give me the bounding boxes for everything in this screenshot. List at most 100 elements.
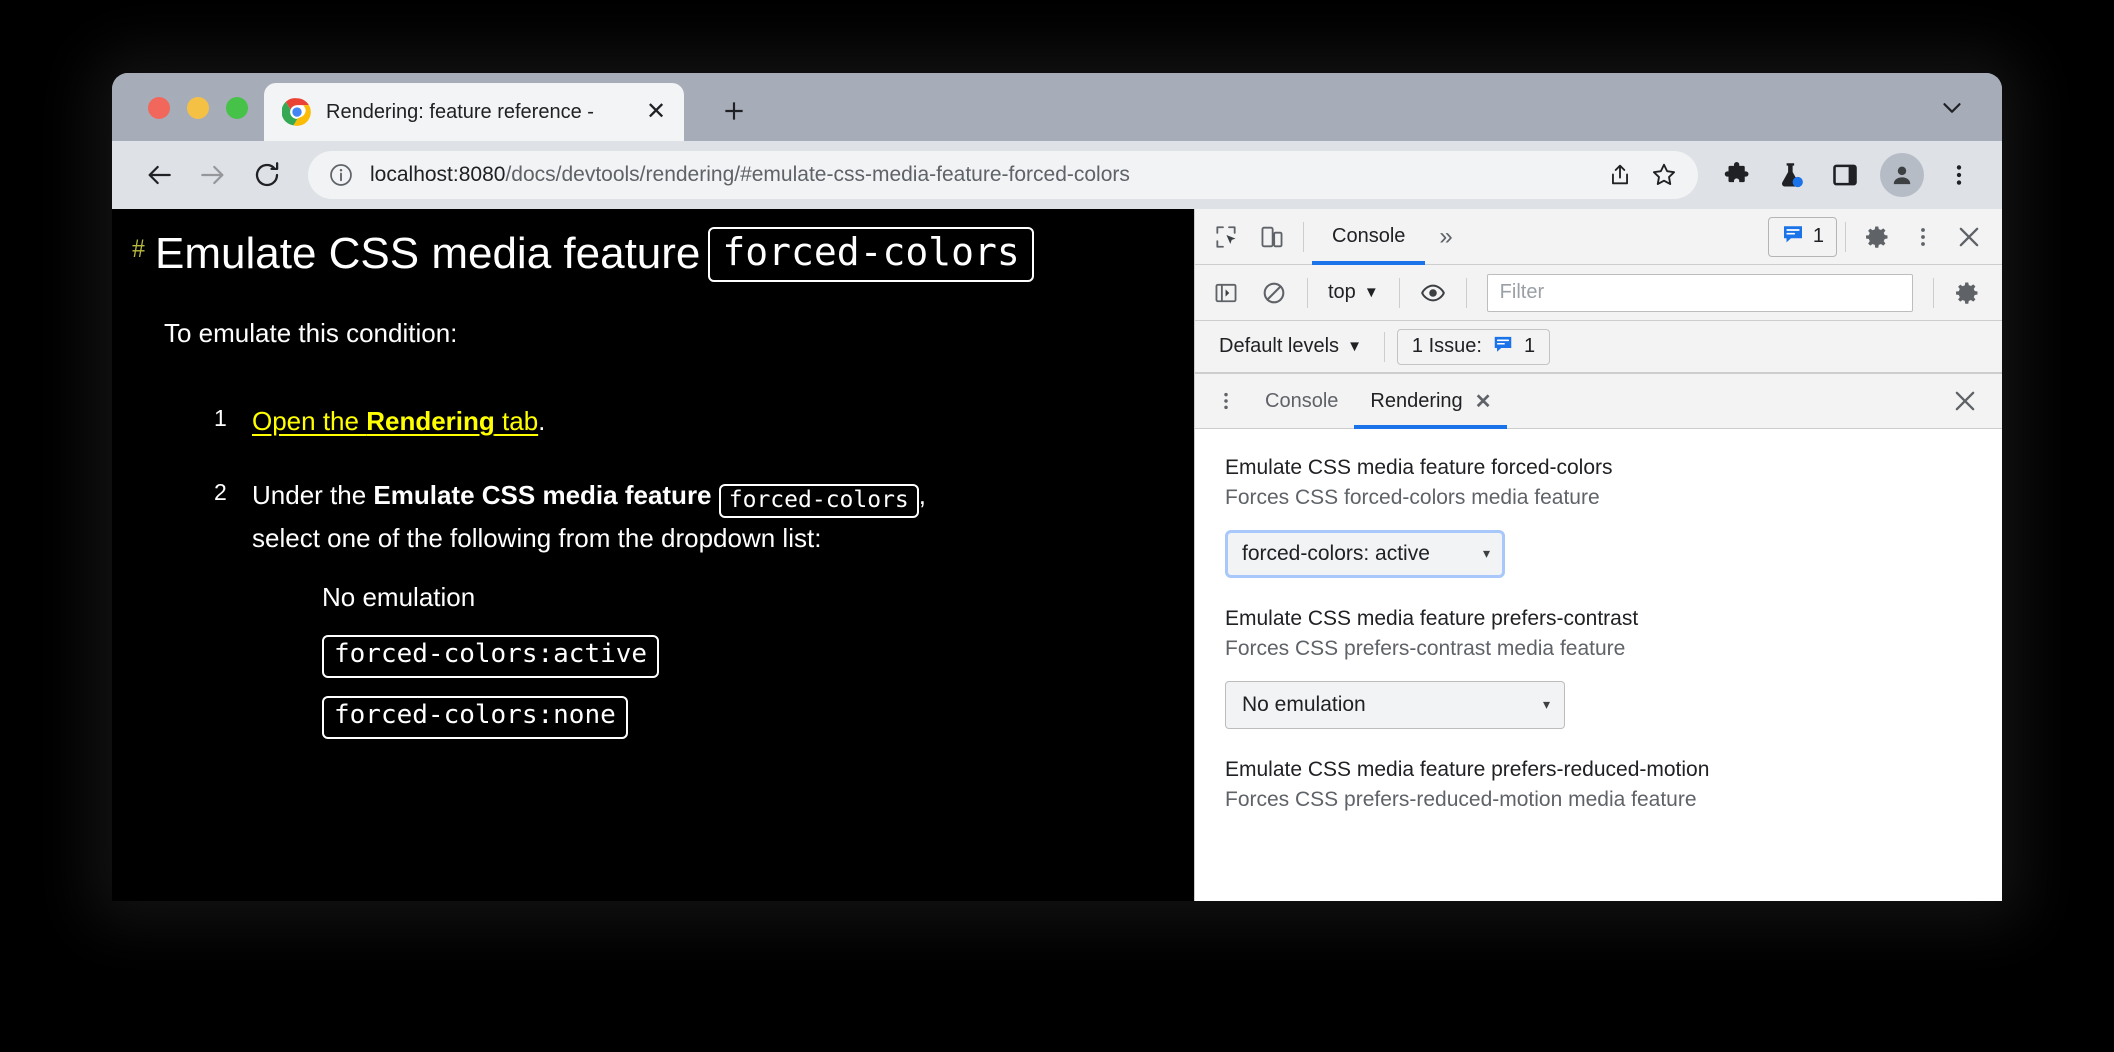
chevron-down-icon: ▾ bbox=[1482, 545, 1490, 562]
tab-strip: Rendering: feature reference - ✕ bbox=[112, 73, 2002, 141]
option-forced-colors-none: forced-colors:none bbox=[322, 695, 628, 739]
web-page-viewport: # Emulate CSS media feature forced-color… bbox=[112, 209, 1194, 901]
browser-tab-title: Rendering: feature reference - bbox=[326, 100, 594, 123]
info-circle-icon[interactable] bbox=[328, 162, 354, 188]
clear-console-icon[interactable] bbox=[1251, 270, 1297, 316]
execution-context-label: top bbox=[1328, 281, 1356, 303]
star-icon[interactable] bbox=[1642, 153, 1686, 197]
divider bbox=[1933, 277, 1934, 308]
tab-console[interactable]: Console bbox=[1312, 209, 1426, 265]
reload-button[interactable] bbox=[242, 150, 292, 200]
rendering-tab-link[interactable]: Open the Rendering tab bbox=[252, 406, 538, 436]
console-toolbar: top ▼ Filter bbox=[1195, 265, 2002, 321]
gear-icon[interactable] bbox=[1944, 270, 1990, 316]
intro-paragraph: To emulate this condition: bbox=[164, 317, 458, 348]
setting-title: Emulate CSS media feature prefers-reduce… bbox=[1225, 757, 1710, 781]
chevron-down-icon: ▼ bbox=[1347, 338, 1362, 355]
address-bar[interactable]: localhost:8080/docs/devtools/rendering/#… bbox=[308, 151, 1698, 199]
live-expression-icon[interactable] bbox=[1410, 270, 1456, 316]
render-setting-prefers-reduced-motion: Emulate CSS media feature prefers-reduce… bbox=[1225, 755, 2002, 816]
setting-subtitle: Forces CSS forced-colors media feature bbox=[1225, 486, 1600, 510]
browser-tab[interactable]: Rendering: feature reference - ✕ bbox=[264, 83, 684, 141]
forward-button[interactable] bbox=[188, 150, 238, 200]
forced-colors-select[interactable]: forced-colors: active ▾ bbox=[1225, 529, 1505, 578]
link-bold: Rendering bbox=[366, 405, 495, 436]
render-setting-prefers-contrast: Emulate CSS media feature prefers-contra… bbox=[1225, 604, 2002, 729]
tab-console-label: Console bbox=[1332, 225, 1406, 247]
list-item: forced-colors:none bbox=[322, 694, 1174, 739]
flask-icon[interactable] bbox=[1766, 150, 1816, 200]
window-traffic-lights bbox=[148, 97, 248, 119]
steps-list: 1 Open the Rendering tab. 2 Under the Em… bbox=[132, 401, 1174, 739]
avatar[interactable] bbox=[1880, 153, 1924, 197]
setting-subtitle: Forces CSS prefers-reduced-motion media … bbox=[1225, 788, 1697, 812]
step2-code: forced-colors bbox=[718, 483, 919, 519]
address-bar-url: localhost:8080/docs/devtools/rendering/#… bbox=[370, 163, 1598, 187]
render-setting-forced-colors: Emulate CSS media feature forced-colors … bbox=[1225, 453, 2002, 578]
divider bbox=[1845, 221, 1846, 252]
chrome-logo-icon bbox=[281, 97, 312, 127]
plus-icon bbox=[725, 102, 743, 120]
list-item: forced-colors:active bbox=[322, 633, 1174, 678]
chevron-down-icon: ▼ bbox=[1363, 284, 1379, 301]
three-dot-menu-icon[interactable] bbox=[1203, 378, 1249, 424]
prefers-contrast-select[interactable]: No emulation ▾ bbox=[1225, 680, 1565, 729]
browser-window: Rendering: feature reference - ✕ localho… bbox=[112, 73, 2002, 901]
puzzle-icon[interactable] bbox=[1712, 150, 1762, 200]
tab-overflow-button[interactable]: » bbox=[1425, 209, 1466, 265]
minimize-window-button[interactable] bbox=[187, 97, 209, 119]
close-icon[interactable] bbox=[1946, 214, 1992, 260]
divider bbox=[1307, 277, 1308, 308]
console-sidebar-icon[interactable] bbox=[1203, 270, 1249, 316]
divider bbox=[1383, 331, 1385, 362]
list-item: 2 Under the Emulate CSS media feature fo… bbox=[132, 475, 1174, 739]
issue-summary-pill[interactable]: 1 Issue: 1 bbox=[1396, 328, 1551, 365]
devtools-panel: Console » 1 top ▼ Filter Default levels … bbox=[1194, 209, 2002, 901]
issue-message-icon bbox=[1492, 333, 1514, 361]
gear-icon[interactable] bbox=[1854, 214, 1900, 260]
side-panel-icon[interactable] bbox=[1820, 150, 1870, 200]
tab-close-button[interactable]: ✕ bbox=[642, 100, 670, 124]
step2-bold: Emulate CSS media feature bbox=[373, 479, 712, 510]
close-icon[interactable] bbox=[1942, 378, 1988, 424]
back-button[interactable] bbox=[134, 150, 184, 200]
maximize-window-button[interactable] bbox=[226, 97, 248, 119]
url-host: localhost:8080 bbox=[370, 163, 506, 186]
log-levels-label: Default levels bbox=[1219, 335, 1340, 357]
divider bbox=[1303, 221, 1304, 252]
log-levels-dropdown[interactable]: Default levels ▼ bbox=[1209, 327, 1372, 367]
close-window-button[interactable] bbox=[148, 97, 170, 119]
three-dot-menu-icon[interactable] bbox=[1934, 150, 1984, 200]
step2-prefix: Under the bbox=[252, 479, 374, 510]
drawer-tab-console-label: Console bbox=[1265, 389, 1339, 412]
page-title-text: Emulate CSS media feature bbox=[155, 228, 701, 278]
setting-title: Emulate CSS media feature forced-colors bbox=[1225, 456, 1613, 479]
setting-subtitle: Forces CSS prefers-contrast media featur… bbox=[1225, 637, 1626, 661]
execution-context-dropdown[interactable]: top ▼ bbox=[1318, 273, 1389, 313]
step2-line2: select one of the following from the dro… bbox=[252, 523, 822, 554]
url-path: /docs/devtools/rendering/#emulate-css-me… bbox=[505, 163, 1130, 186]
prefers-contrast-select-value: No emulation bbox=[1242, 692, 1366, 716]
devtools-main-tabbar: Console » 1 bbox=[1195, 209, 2002, 265]
device-toolbar-icon[interactable] bbox=[1249, 214, 1295, 260]
dropdown-options-list: No emulation forced-colors:active forced… bbox=[322, 577, 1174, 739]
link-suffix: tab bbox=[494, 405, 539, 436]
inspect-element-icon[interactable] bbox=[1203, 214, 1249, 260]
setting-title: Emulate CSS media feature prefers-contra… bbox=[1225, 606, 1639, 630]
chevron-down-icon[interactable] bbox=[1932, 91, 1972, 125]
drawer-tab-rendering-close[interactable]: ✕ bbox=[1475, 389, 1492, 414]
filter-input[interactable]: Filter bbox=[1486, 273, 1913, 312]
anchor-link-icon[interactable]: # bbox=[132, 233, 145, 264]
share-icon[interactable] bbox=[1598, 153, 1642, 197]
issues-badge[interactable]: 1 bbox=[1767, 216, 1837, 257]
drawer-tab-rendering[interactable]: Rendering ✕ bbox=[1354, 373, 1508, 429]
console-levels-bar: Default levels ▼ 1 Issue: 1 bbox=[1195, 321, 2002, 373]
option-forced-colors-active: forced-colors:active bbox=[322, 635, 660, 678]
drawer-tab-console[interactable]: Console bbox=[1249, 373, 1354, 429]
issue-summary-label: 1 Issue: bbox=[1411, 335, 1482, 357]
divider bbox=[1465, 277, 1467, 308]
new-tab-button[interactable] bbox=[712, 91, 756, 131]
list-item: 1 Open the Rendering tab. bbox=[132, 401, 1174, 441]
page-title-code: forced-colors bbox=[708, 227, 1034, 282]
three-dot-menu-icon[interactable] bbox=[1900, 214, 1946, 260]
